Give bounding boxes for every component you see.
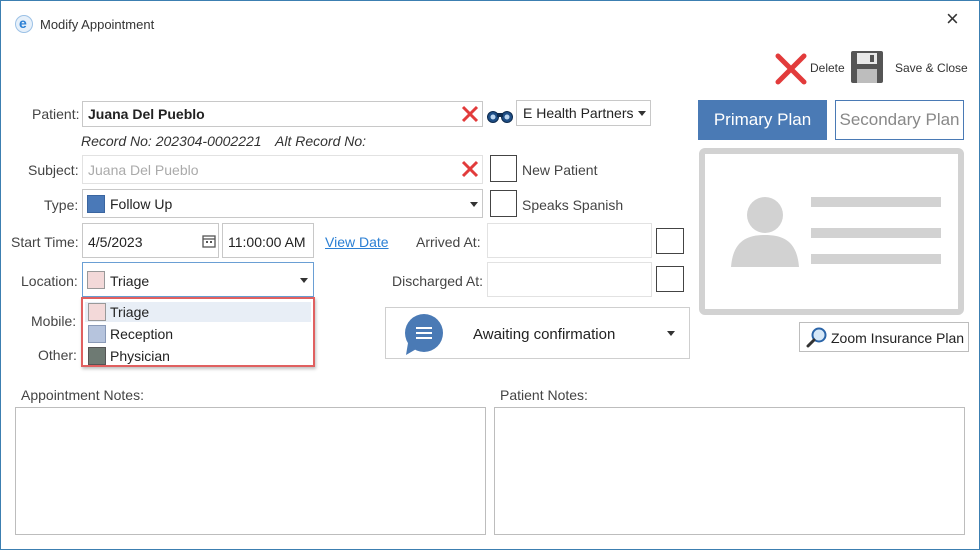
start-date-value: 4/5/2023 (88, 234, 143, 250)
discharged-at-label: Discharged At: (392, 273, 484, 289)
new-patient-checkbox[interactable] (490, 155, 517, 182)
view-date-link[interactable]: View Date (325, 234, 389, 250)
primary-plan-label: Primary Plan (713, 110, 812, 129)
card-line (811, 197, 941, 207)
chevron-down-icon (638, 111, 646, 116)
arrived-at-field[interactable] (487, 223, 652, 258)
chevron-down-icon (300, 278, 308, 283)
subject-label: Subject: (28, 162, 79, 178)
card-line (811, 228, 941, 238)
option-label: Physician (110, 348, 170, 364)
speaks-spanish-checkbox[interactable] (490, 190, 517, 217)
speaks-spanish-label: Speaks Spanish (522, 197, 624, 213)
other-label: Other: (38, 347, 77, 363)
type-color-swatch (87, 195, 105, 213)
discharged-at-field[interactable] (487, 262, 652, 297)
window-title: Modify Appointment (40, 17, 155, 32)
provider-value: E Health Partners (523, 105, 634, 121)
patient-notes-textarea[interactable] (494, 407, 965, 535)
patient-notes-label: Patient Notes: (500, 387, 588, 403)
location-dropdown-list: Triage Reception Physician (81, 297, 315, 367)
patient-label: Patient: (32, 106, 80, 122)
zoom-insurance-plan-button[interactable]: Zoom Insurance Plan (799, 322, 969, 352)
record-number: Record No: 202304-0002221 (81, 133, 262, 149)
discharged-checkbox[interactable] (656, 266, 684, 292)
option-label: Triage (110, 304, 150, 320)
card-line (811, 254, 941, 264)
arrived-at-label: Arrived At: (416, 234, 481, 250)
type-label: Type: (44, 197, 79, 213)
clear-patient-icon[interactable] (461, 105, 479, 123)
subject-field[interactable]: Juana Del Pueblo (82, 155, 483, 184)
location-color-swatch (87, 271, 105, 289)
app-logo-icon: e (15, 15, 33, 33)
secondary-plan-tab[interactable]: Secondary Plan (835, 100, 964, 140)
arrived-checkbox[interactable] (656, 228, 684, 254)
provider-select[interactable]: E Health Partners (516, 100, 651, 126)
save-close-label: Save & Close (895, 61, 968, 75)
appointment-notes-textarea[interactable] (15, 407, 486, 535)
patient-field[interactable]: Juana Del Pueblo (82, 101, 483, 127)
binoculars-icon[interactable] (487, 106, 513, 124)
start-date-field[interactable]: 4/5/2023 (82, 223, 219, 258)
alt-record-number: Alt Record No: (275, 133, 367, 149)
reception-color-swatch (88, 325, 106, 343)
subject-placeholder: Juana Del Pueblo (88, 162, 199, 178)
delete-button[interactable]: Delete (772, 50, 848, 86)
appointment-notes-label: Appointment Notes: (21, 387, 144, 403)
floppy-disk-icon (851, 51, 883, 83)
triage-color-swatch (88, 303, 106, 321)
delete-label: Delete (810, 61, 845, 75)
type-value: Follow Up (110, 196, 173, 212)
chevron-down-icon (667, 331, 675, 336)
option-label: Reception (110, 326, 174, 342)
start-time-value: 11:00:00 AM (228, 234, 306, 250)
person-silhouette-icon (731, 197, 799, 267)
start-time-field[interactable]: 11:00:00 AM (222, 223, 314, 258)
location-option-physician[interactable]: Physician (85, 346, 311, 366)
status-select[interactable]: Awaiting confirmation (385, 307, 690, 359)
location-option-reception[interactable]: Reception (85, 324, 311, 344)
magnifier-icon (806, 327, 827, 348)
delete-x-icon (775, 53, 807, 85)
location-value: Triage (110, 273, 150, 289)
mobile-label: Mobile: (31, 313, 77, 329)
close-window-button[interactable]: × (946, 6, 959, 32)
insurance-card-placeholder (699, 148, 964, 315)
start-time-label: Start Time: (11, 234, 79, 250)
zoom-insurance-plan-label: Zoom Insurance Plan (831, 330, 965, 346)
physician-color-swatch (88, 347, 106, 365)
primary-plan-tab[interactable]: Primary Plan (698, 100, 827, 140)
secondary-plan-label: Secondary Plan (839, 110, 960, 129)
type-select[interactable]: Follow Up (82, 189, 483, 218)
new-patient-label: New Patient (522, 162, 598, 178)
status-value: Awaiting confirmation (473, 326, 616, 343)
location-label: Location: (21, 273, 78, 289)
save-close-button[interactable]: Save & Close (848, 50, 973, 86)
location-select[interactable]: Triage (82, 262, 314, 297)
calendar-icon[interactable] (202, 234, 216, 248)
patient-name-value: Juana Del Pueblo (88, 106, 205, 122)
clear-subject-icon[interactable] (461, 160, 479, 178)
location-option-triage[interactable]: Triage (85, 302, 311, 322)
chevron-down-icon (470, 202, 478, 207)
chat-bubble-icon (405, 314, 443, 355)
